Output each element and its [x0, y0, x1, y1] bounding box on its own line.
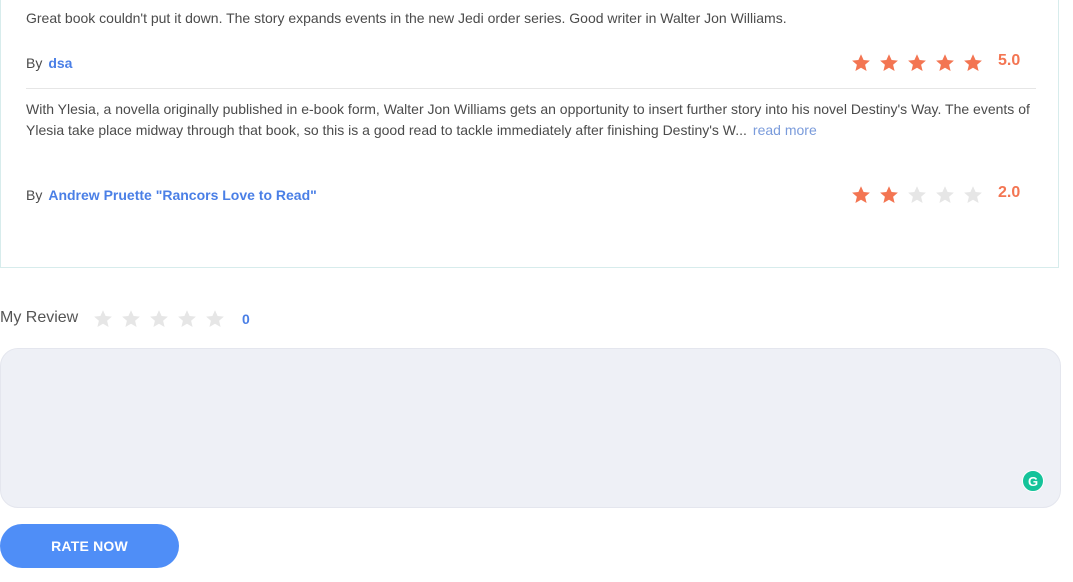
star-empty-icon[interactable] [205, 309, 225, 329]
my-review-label: My Review [0, 309, 79, 326]
review-divider [26, 88, 1036, 89]
review-text: With Ylesia, a novella originally publis… [26, 99, 1036, 141]
rate-now-button[interactable]: RATE NOW [0, 524, 179, 568]
reviews-panel: Great book couldn't put it down. The sto… [0, 0, 1059, 268]
review-rating-value: 5.0 [998, 52, 1021, 69]
star-empty-icon[interactable] [149, 309, 169, 329]
star-filled-icon [851, 53, 871, 73]
review-author-link[interactable]: Andrew Pruette "Rancors Love to Read" [48, 187, 316, 203]
review-byline: By Andrew Pruette "Rancors Love to Read" [26, 187, 317, 203]
grammarly-icon[interactable]: G [1022, 470, 1044, 492]
read-more-link[interactable]: read more [753, 122, 817, 138]
star-empty-icon [907, 185, 927, 205]
my-rating-stars[interactable] [93, 309, 233, 329]
my-rating-value: 0 [242, 311, 250, 327]
star-empty-icon [963, 185, 983, 205]
star-empty-icon[interactable] [93, 309, 113, 329]
review-text-body: With Ylesia, a novella originally publis… [26, 101, 1030, 138]
review-rating-stars [851, 53, 991, 73]
review-rating-value: 2.0 [998, 184, 1021, 201]
star-filled-icon [879, 185, 899, 205]
star-filled-icon [851, 185, 871, 205]
star-filled-icon [907, 53, 927, 73]
star-filled-icon [935, 53, 955, 73]
review-text: Great book couldn't put it down. The sto… [26, 10, 787, 26]
star-filled-icon [879, 53, 899, 73]
star-empty-icon [935, 185, 955, 205]
review-byline: By dsa [26, 55, 72, 71]
by-label: By [26, 55, 43, 71]
star-filled-icon [963, 53, 983, 73]
by-label: By [26, 187, 43, 203]
review-textarea[interactable] [0, 348, 1061, 508]
star-empty-icon[interactable] [177, 309, 197, 329]
star-empty-icon[interactable] [121, 309, 141, 329]
review-author-link[interactable]: dsa [48, 55, 72, 71]
review-rating-stars [851, 185, 991, 205]
